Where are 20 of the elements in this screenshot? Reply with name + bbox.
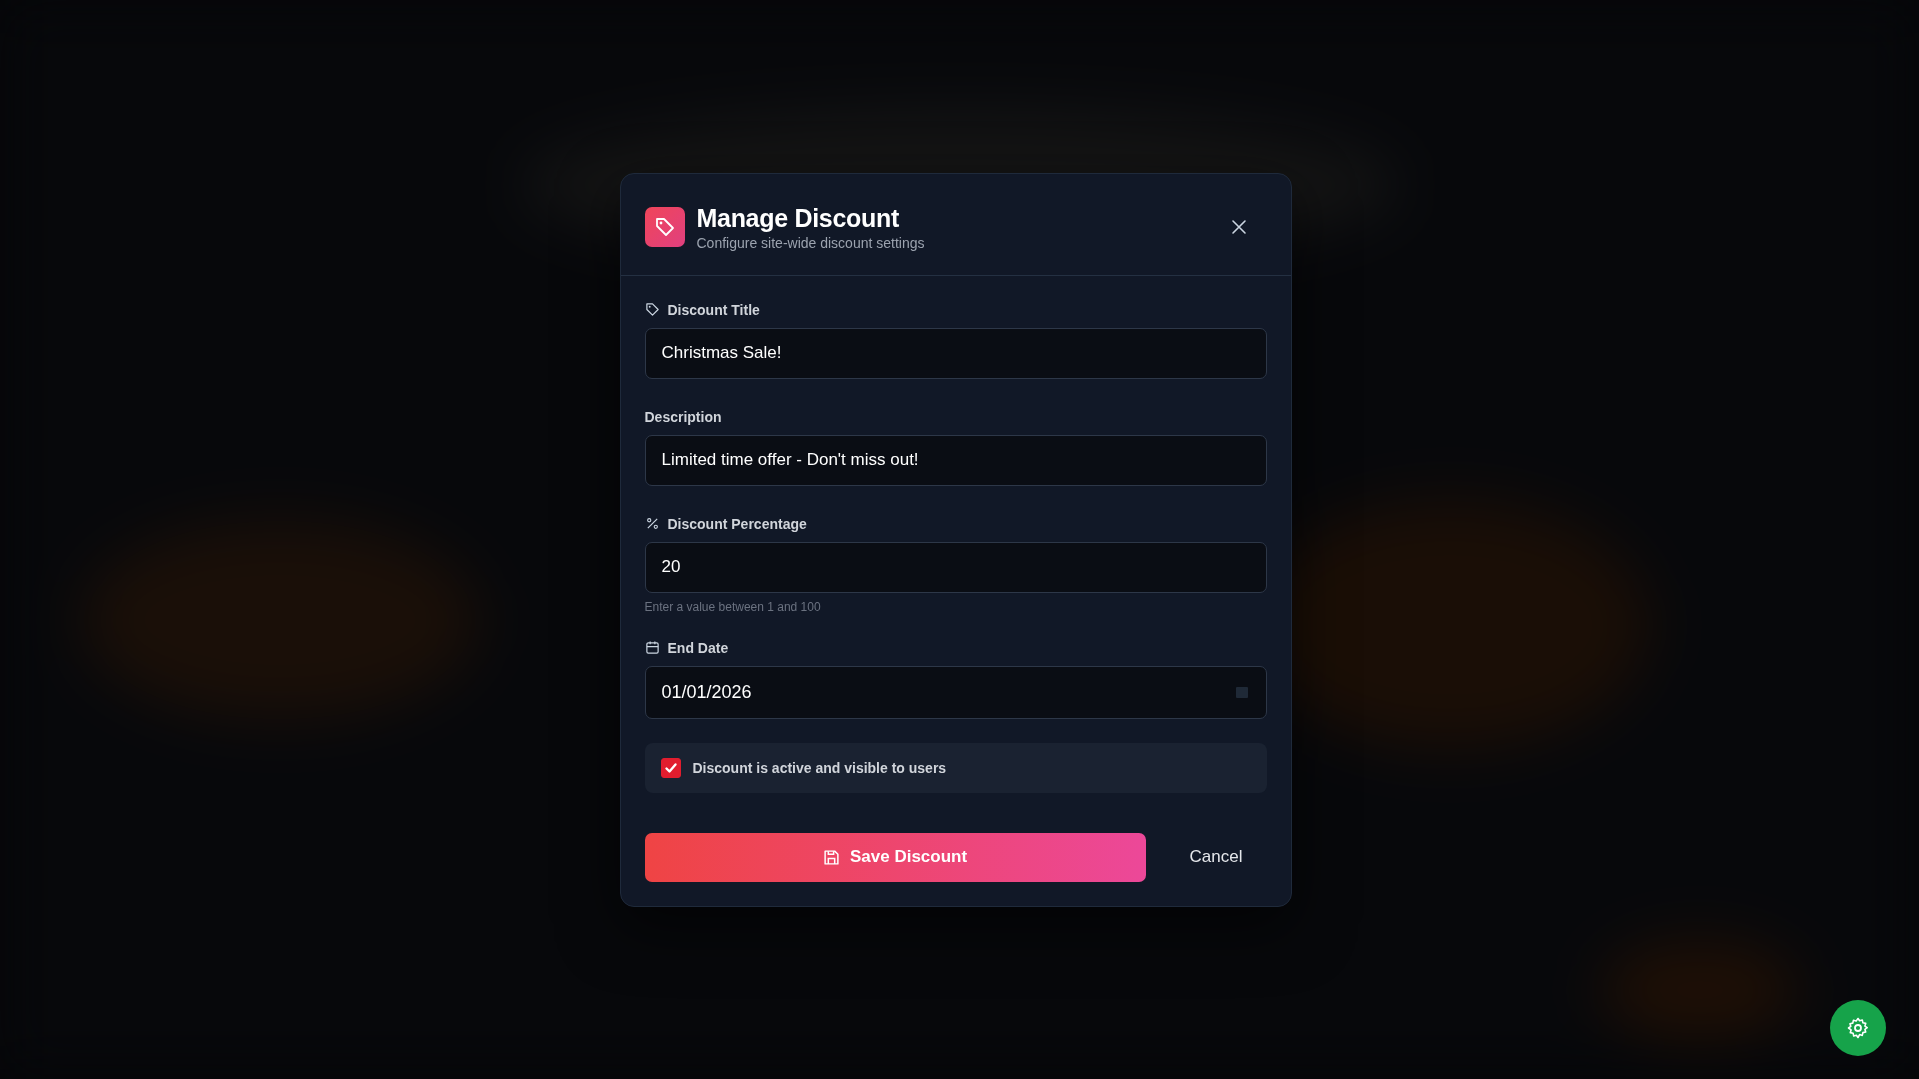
number-input-field[interactable]: 20 [644, 541, 1267, 593]
field-label: End Date [667, 639, 729, 656]
dialog-title: Manage Discount [696, 203, 900, 232]
date-input-field[interactable]: 01/01/2026 [644, 665, 1267, 719]
percent-icon [644, 516, 660, 531]
settings-icon [1846, 1016, 1870, 1040]
text-input-field[interactable]: Limited time offer - Don't miss out! [644, 434, 1267, 486]
field-label: Discount Title [667, 301, 760, 318]
text-input-field[interactable]: Christmas Sale! [644, 327, 1267, 379]
checkbox[interactable] [660, 757, 681, 778]
tag-icon [644, 302, 660, 317]
cancel-button[interactable]: Cancel [1169, 839, 1263, 875]
checkbox-label: Discount is active and visible to users [692, 759, 947, 776]
field-label: Description [644, 408, 722, 425]
field-hint: Enter a value between 1 and 100 [644, 599, 822, 614]
tag-icon [644, 207, 685, 247]
save-button[interactable]: Save Discount [644, 832, 1146, 882]
close-icon[interactable] [1230, 219, 1247, 235]
dialog-subtitle: Configure site-wide discount settings [696, 234, 926, 251]
field-label: Discount Percentage [667, 515, 807, 532]
